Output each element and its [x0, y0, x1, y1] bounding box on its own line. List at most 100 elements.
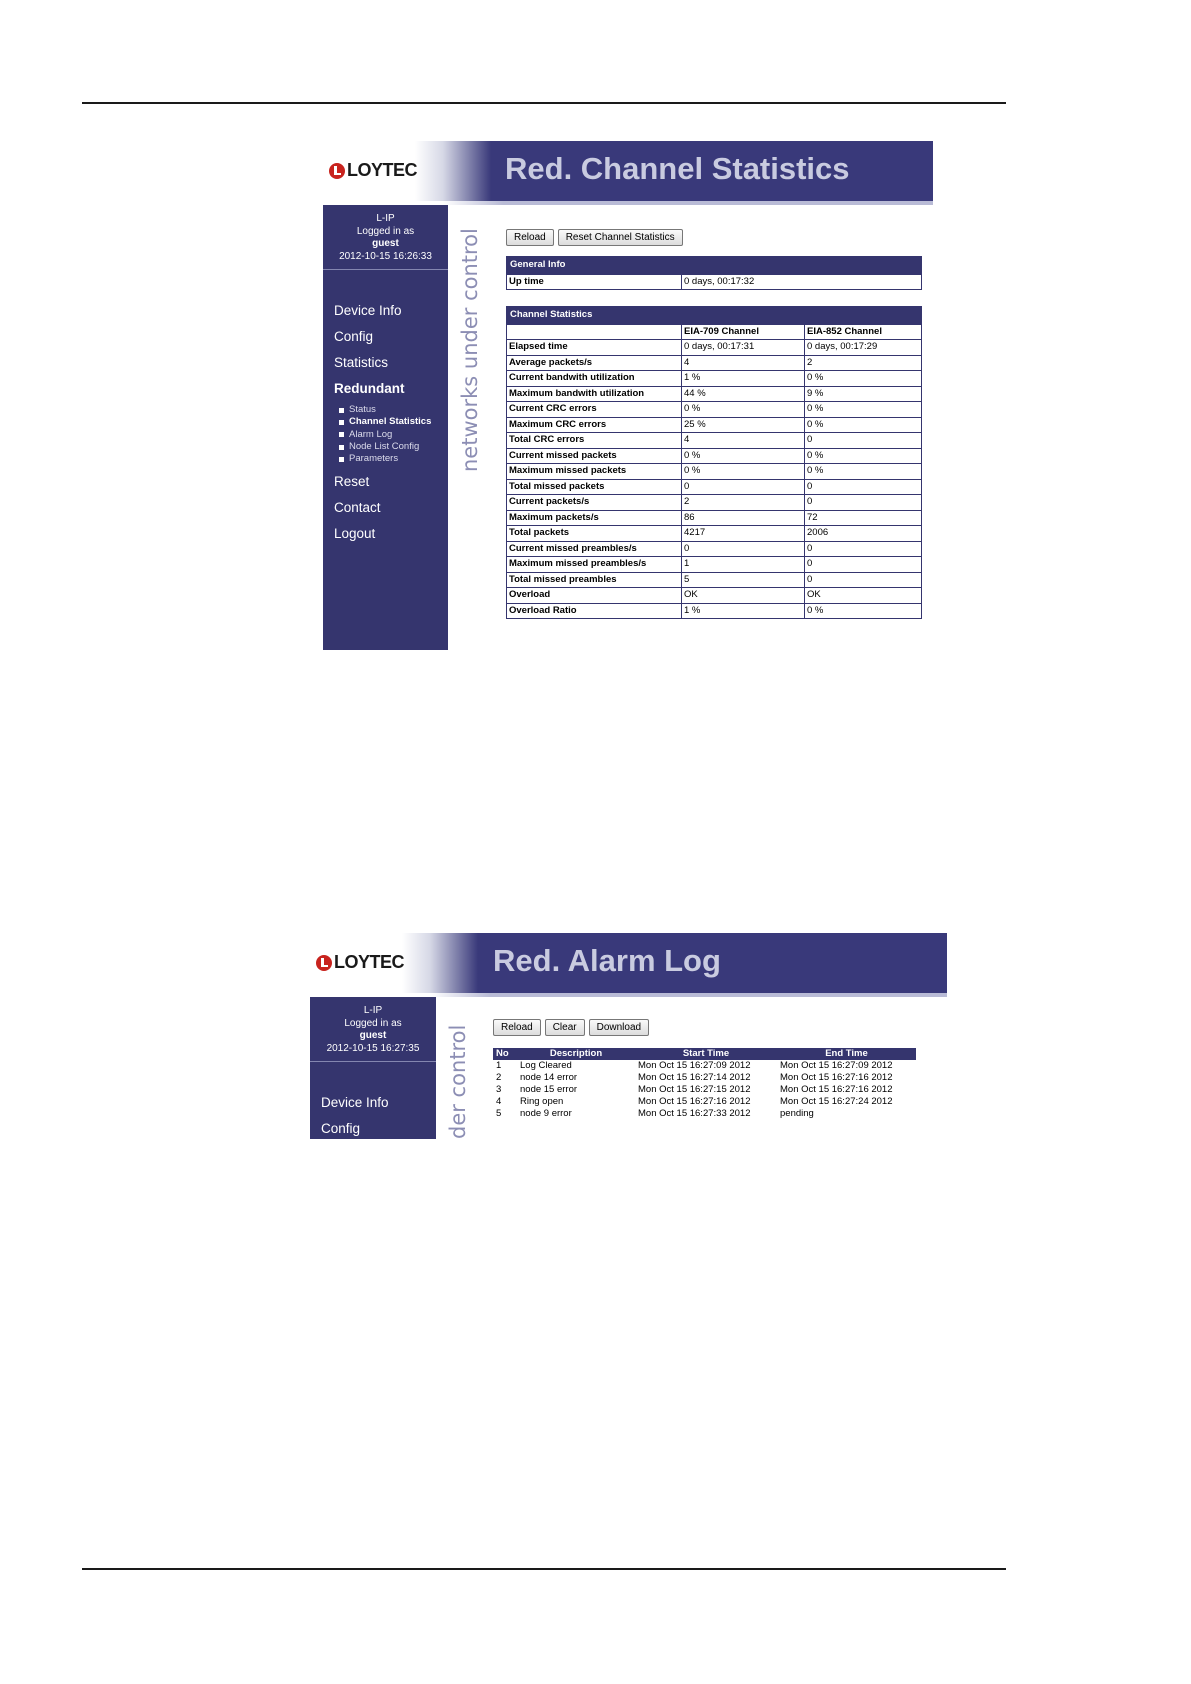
nav-reset[interactable]: Reset [334, 469, 448, 495]
nav-config[interactable]: Config [321, 1116, 436, 1139]
column-header-eia852: EIA-852 Channel [804, 323, 922, 340]
bullet-icon [339, 419, 344, 425]
stats-eia709-value: 0 % [681, 463, 805, 480]
stats-eia709-value: 1 % [681, 602, 805, 619]
page-title: Red. Channel Statistics [505, 151, 850, 186]
stats-label: Current missed preambles/s [506, 540, 682, 557]
stats-label: Maximum packets/s [506, 509, 682, 526]
loytec-logo-icon [329, 162, 345, 179]
log-end-time: Mon Oct 15 16:27:09 2012 [780, 1060, 893, 1071]
sidebar: L-IP Logged in as guest 2012-10-15 16:27… [310, 997, 436, 1139]
device-name: L-IP [376, 213, 395, 224]
nav-device-info[interactable]: Device Info [321, 1090, 436, 1116]
stats-eia852-value: 0 % [804, 447, 922, 464]
subnav-label: Parameters [349, 453, 399, 465]
stats-label: Current bandwith utilization [506, 370, 682, 387]
stats-eia852-value: 0 [804, 556, 922, 573]
log-start-time: Mon Oct 15 16:27:16 2012 [638, 1096, 751, 1107]
login-label: Logged in as [356, 225, 415, 237]
stats-label: Total packets [506, 525, 682, 542]
stats-eia852-value: 0 % [804, 370, 922, 387]
stats-row: Overload Ratio 1 % 0 % [506, 602, 922, 619]
nav-redundant[interactable]: Redundant [334, 376, 448, 402]
stats-eia852-value: 72 [804, 509, 922, 526]
log-row: 2 node 14 error Mon Oct 15 16:27:14 2012 Mo… [493, 1072, 916, 1084]
toolbar: Reload Reset Channel Statistics [506, 227, 687, 246]
stats-eia709-value: 5 [681, 571, 805, 588]
uptime-label: Up time [506, 273, 682, 290]
sidebar: L-IP Logged in as guest 2012-10-15 16:26… [323, 205, 448, 650]
nav-menu: Device Info Config Statistics Redundant … [323, 298, 448, 547]
stats-eia852-value: 0 [804, 494, 922, 511]
general-info-table: General Info Up time 0 days, 00:17:32 [506, 256, 922, 290]
stats-label: Average packets/s [506, 354, 682, 371]
stats-row: Current CRC errors 0 % 0 % [506, 401, 922, 418]
log-start-time: Mon Oct 15 16:27:09 2012 [638, 1060, 751, 1071]
stats-label: Total missed preambles [506, 571, 682, 588]
subnav-status[interactable]: Status [339, 404, 448, 416]
column-header-eia709: EIA-709 Channel [681, 323, 805, 340]
log-row: 4 Ring open Mon Oct 15 16:27:16 2012 Mon Oc… [493, 1096, 916, 1108]
log-no: 4 [496, 1096, 502, 1107]
stats-row: Elapsed time 0 days, 00:17:31 0 days, 00:1… [506, 339, 922, 356]
stats-eia709-value: 0 [681, 540, 805, 557]
bullet-icon [339, 432, 344, 438]
stats-row: Current bandwith utilization 1 % 0 % [506, 370, 922, 387]
log-description: node 9 error [520, 1108, 572, 1119]
tagline: der control [446, 1024, 470, 1139]
stats-label: Current CRC errors [506, 401, 682, 418]
stats-row: Current packets/s 2 0 [506, 494, 922, 511]
nav-device-info[interactable]: Device Info [334, 298, 448, 324]
stats-eia852-value: 0 % [804, 463, 922, 480]
stats-eia709-value: 0 [681, 478, 805, 495]
page-bottom-rule [82, 1568, 1006, 1570]
channel-statistics-title: Channel Statistics [506, 306, 922, 325]
nav-statistics[interactable]: Statistics [334, 350, 448, 376]
stats-row: Total missed packets 0 0 [506, 478, 922, 495]
stats-eia852-value: 2006 [804, 525, 922, 542]
redundant-submenu: Status Channel Statistics Alarm Log Node… [339, 404, 448, 465]
stats-eia852-value: OK [804, 587, 922, 604]
stats-eia709-value: 1 [681, 556, 805, 573]
download-button[interactable]: Download [588, 1019, 650, 1036]
general-info-title: General Info [506, 256, 922, 275]
reset-channel-statistics-button[interactable]: Reset Channel Statistics [557, 229, 683, 246]
subnav-channel-statistics[interactable]: Channel Statistics [339, 416, 448, 428]
subnav-alarm-log[interactable]: Alarm Log [339, 429, 448, 441]
log-row: 3 node 15 error Mon Oct 15 16:27:15 2012 Mo… [493, 1084, 916, 1096]
stats-label: Overload Ratio [506, 602, 682, 619]
stats-eia709-value: 2 [681, 494, 805, 511]
nav-logout[interactable]: Logout [334, 521, 448, 547]
nav-config[interactable]: Config [334, 324, 448, 350]
logo-text: LOYTEC [347, 160, 418, 180]
stats-eia852-value: 0 % [804, 401, 922, 418]
stats-row: Maximum missed packets 0 % 0 % [506, 463, 922, 480]
log-row: 1 Log Cleared Mon Oct 15 16:27:09 2012 Mon … [493, 1060, 916, 1072]
toolbar: Reload Clear Download [493, 1017, 653, 1036]
stats-row: Total packets 4217 2006 [506, 525, 922, 542]
stats-label: Current missed packets [506, 447, 682, 464]
log-no: 3 [496, 1084, 502, 1095]
stats-row: Average packets/s 4 2 [506, 354, 922, 371]
stats-row: Maximum CRC errors 25 % 0 % [506, 416, 922, 433]
stats-row: Maximum packets/s 86 72 [506, 509, 922, 526]
stats-eia709-value: 44 % [681, 385, 805, 402]
stats-eia709-value: 25 % [681, 416, 805, 433]
log-start-time: Mon Oct 15 16:27:14 2012 [638, 1072, 751, 1083]
stats-label: Total CRC errors [506, 432, 682, 449]
empty-header-cell [506, 323, 682, 340]
clear-button[interactable]: Clear [544, 1019, 585, 1036]
stats-label: Elapsed time [506, 339, 682, 356]
stats-label: Current packets/s [506, 494, 682, 511]
login-timestamp: 2012-10-15 16:26:33 [339, 250, 432, 262]
subnav-parameters[interactable]: Parameters [339, 453, 448, 465]
stats-eia852-value: 0 [804, 571, 922, 588]
stats-row: Maximum missed preambles/s 1 0 [506, 556, 922, 573]
nav-contact[interactable]: Contact [334, 495, 448, 521]
bullet-icon [339, 444, 344, 450]
reload-button[interactable]: Reload [506, 229, 554, 246]
subnav-node-list-config[interactable]: Node List Config [339, 441, 448, 453]
login-label: Logged in as [344, 1017, 402, 1029]
log-description: Ring open [520, 1096, 564, 1107]
reload-button[interactable]: Reload [493, 1019, 541, 1036]
